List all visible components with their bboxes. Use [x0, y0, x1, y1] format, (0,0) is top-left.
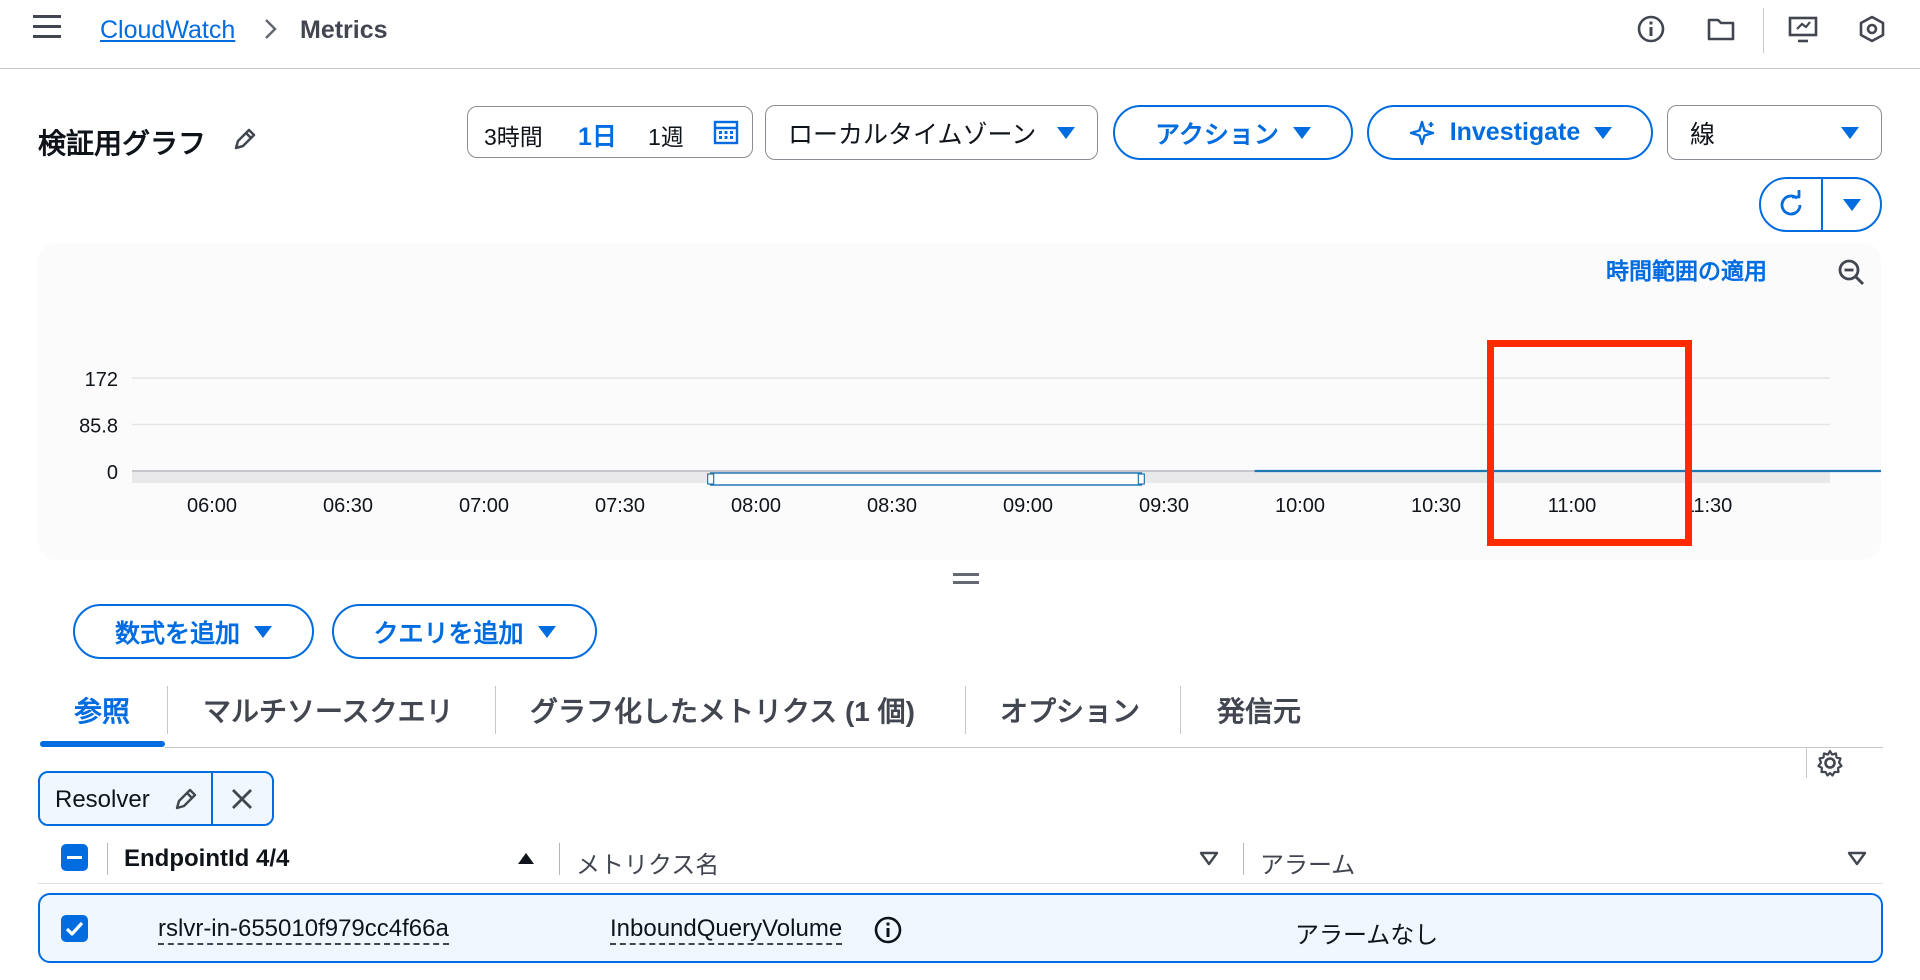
hexagon-settings-icon[interactable]: [1855, 12, 1889, 46]
tab-divider: [965, 686, 966, 734]
time-range-3h[interactable]: 3時間: [484, 118, 543, 152]
info-icon[interactable]: [873, 915, 903, 945]
active-tab-indicator: [40, 741, 165, 747]
nav-divider: [1763, 8, 1764, 53]
time-range-1w[interactable]: 1週: [648, 118, 684, 152]
edit-filter-icon[interactable]: [172, 785, 200, 813]
col-divider: [559, 843, 560, 875]
col-header-endpoint[interactable]: EndpointId 4/4: [124, 845, 289, 873]
x-tick-label: 10:30: [1411, 495, 1461, 517]
x-tick-label: 07:00: [459, 495, 509, 517]
endpoint-id-link[interactable]: rslvr-in-655010f979cc4f66a: [158, 915, 449, 945]
alarm-status: アラームなし: [1295, 922, 1439, 949]
table-row[interactable]: rslvr-in-655010f979cc4f66a InboundQueryV…: [38, 893, 1883, 963]
tab-graphed-metrics[interactable]: グラフ化したメトリクス (1 個): [530, 690, 915, 730]
sort-ascending-icon[interactable]: [515, 849, 537, 867]
brush-handle-right[interactable]: [1137, 473, 1145, 485]
tabs-bottom-border: [165, 747, 1883, 748]
timezone-select[interactable]: ローカルタイムゾーン: [765, 105, 1098, 160]
hamburger-icon[interactable]: [33, 15, 61, 39]
refresh-interval-dropdown[interactable]: [1823, 179, 1880, 230]
remove-filter-icon[interactable]: [228, 785, 256, 813]
caret-down-icon: [1842, 198, 1861, 211]
caret-down-icon: [254, 625, 272, 638]
x-tick-label: 09:00: [1003, 495, 1053, 517]
calendar-icon[interactable]: [713, 119, 739, 145]
chart-type-value: 線: [1690, 120, 1716, 149]
sparkle-icon: [1409, 120, 1434, 145]
refresh-icon: [1780, 189, 1802, 215]
x-tick-label: 06:00: [187, 495, 237, 517]
col-header-metric-name[interactable]: メトリクス名: [576, 845, 719, 880]
refresh-button[interactable]: [1761, 179, 1821, 230]
chevron-right-icon: [262, 14, 280, 44]
sort-icon[interactable]: [1846, 849, 1868, 867]
add-math-label: 数式を追加: [114, 619, 240, 648]
graph-title: 検証用グラフ: [38, 128, 207, 159]
add-query-label: クエリを追加: [373, 619, 524, 648]
resize-handle-icon[interactable]: [953, 572, 979, 586]
x-tick-label: 08:00: [731, 495, 781, 517]
actions-label: アクション: [1155, 120, 1279, 149]
tab-browse[interactable]: 参照: [74, 690, 130, 730]
gear-divider: [1806, 748, 1807, 778]
highlight-box: [1487, 340, 1692, 546]
table-header-border: [38, 883, 1883, 884]
brush-handle-left[interactable]: [707, 473, 715, 485]
breadcrumb-cloudwatch[interactable]: CloudWatch: [100, 16, 235, 45]
y-tick-label: 0: [107, 462, 118, 484]
investigate-label: Investigate: [1449, 118, 1581, 146]
actions-dropdown[interactable]: アクション: [1113, 105, 1353, 160]
x-tick-label: 06:30: [323, 495, 373, 517]
refresh-split-button: [1759, 177, 1882, 232]
chart-type-select[interactable]: 線: [1667, 105, 1882, 160]
sort-icon[interactable]: [1198, 849, 1220, 867]
investigate-dropdown[interactable]: Investigate: [1367, 105, 1653, 160]
x-tick-label: 08:30: [867, 495, 917, 517]
add-math-dropdown[interactable]: 数式を追加: [73, 604, 314, 659]
x-tick-label: 07:30: [595, 495, 645, 517]
timezone-value: ローカルタイムゾーン: [788, 120, 1037, 149]
filter-token: Resolver: [38, 771, 274, 826]
caret-down-icon: [1292, 126, 1311, 139]
col-divider: [1243, 843, 1244, 875]
filter-token-label: Resolver: [55, 786, 150, 813]
add-query-dropdown[interactable]: クエリを追加: [332, 604, 597, 659]
tab-divider: [1180, 686, 1181, 734]
caret-down-icon: [1841, 126, 1859, 139]
tab-source[interactable]: 発信元: [1217, 690, 1301, 730]
tab-options[interactable]: オプション: [1000, 690, 1140, 730]
tab-divider: [167, 686, 168, 734]
tab-divider: [495, 686, 496, 734]
tab-multi-source-query[interactable]: マルチソースクエリ: [203, 690, 454, 730]
caret-down-icon: [1057, 126, 1075, 139]
time-range-selector: 3時間 1日 1週: [467, 106, 753, 158]
gear-icon[interactable]: [1814, 747, 1846, 779]
info-icon[interactable]: [1634, 12, 1668, 46]
token-divider: [211, 773, 213, 824]
breadcrumb-current: Metrics: [300, 16, 388, 44]
y-tick-label: 172: [85, 369, 118, 391]
x-tick-label: 09:30: [1139, 495, 1189, 517]
time-brush-selection[interactable]: [709, 472, 1143, 486]
x-tick-label: 10:00: [1275, 495, 1325, 517]
folder-icon[interactable]: [1704, 12, 1738, 46]
col-header-alarm[interactable]: アラーム: [1260, 845, 1355, 880]
col-divider: [107, 843, 108, 875]
metric-name-link[interactable]: InboundQueryVolume: [610, 915, 843, 945]
y-tick-label: 85.8: [79, 416, 118, 438]
select-all-checkbox[interactable]: [61, 844, 88, 871]
caret-down-icon: [1594, 126, 1613, 139]
screen-icon[interactable]: [1786, 12, 1820, 46]
edit-title-icon[interactable]: [230, 124, 260, 154]
time-range-1d[interactable]: 1日: [578, 117, 617, 153]
top-navigation: CloudWatch Metrics: [0, 0, 1920, 69]
caret-down-icon: [537, 625, 556, 638]
row-checkbox[interactable]: [61, 915, 88, 942]
